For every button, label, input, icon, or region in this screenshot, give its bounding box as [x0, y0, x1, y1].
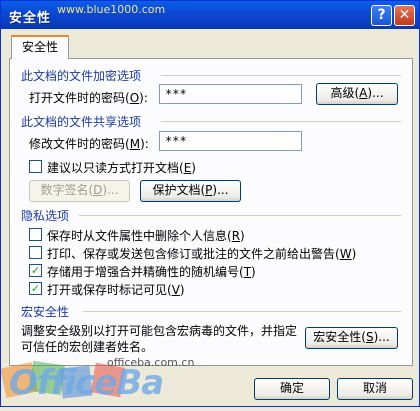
title-bar[interactable]: 安全性 www.blue1000.com ? ✕ — [1, 1, 419, 29]
encryption-group-title: 此文档的文件加密选项 — [21, 69, 142, 83]
modify-password-field[interactable]: *** — [159, 131, 302, 151]
logo-text: OfficeBa — [9, 363, 164, 403]
group-divider — [83, 311, 401, 312]
digital-signature-button[interactable]: 数字签名(D)... — [29, 180, 130, 202]
readonly-checkbox[interactable] — [29, 160, 42, 173]
group-divider — [161, 75, 401, 76]
privacy-option-checkbox[interactable]: ✓ — [29, 264, 42, 277]
advanced-button[interactable]: 高级(A)... — [316, 83, 398, 105]
privacy-option-label: 打开或保存时标记可见(V) — [47, 283, 185, 297]
macro-group-title: 宏安全性 — [21, 305, 70, 319]
open-password-field[interactable]: *** — [159, 84, 302, 104]
help-icon: ? — [377, 7, 386, 23]
macro-security-button[interactable]: 宏安全性(S)... — [305, 327, 398, 349]
watermark-text: www.blue1000.com — [57, 3, 166, 16]
close-icon: ✕ — [398, 7, 411, 23]
security-dialog: 安全性 www.blue1000.com ? ✕ 安全性 此文档的文件加密选项 … — [0, 0, 420, 407]
group-divider — [79, 215, 401, 216]
help-button[interactable]: ? — [371, 5, 392, 26]
modify-password-label: 修改文件时的密码(M): — [29, 137, 149, 151]
privacy-option-label: 存储用于增强合并精确性的随机编号(T) — [47, 265, 256, 279]
privacy-option-checkbox[interactable]: ✓ — [29, 282, 42, 295]
privacy-option-label: 保存时从文件属性中删除个人信息(R) — [47, 229, 245, 243]
macro-description: 调整安全级别以打开可能包含宏病毒的文件，并指定可信任的宏创建者姓名。 — [21, 324, 298, 354]
logo-url: officeba.com.cn — [107, 356, 195, 369]
window-title: 安全性 — [9, 11, 52, 26]
privacy-option-label: 打印、保存或发送包含修订或批注的文件之前给出警告(W) — [47, 247, 357, 261]
ok-button[interactable]: 确定 — [254, 378, 330, 400]
tab-security[interactable]: 安全性 — [11, 35, 69, 59]
cancel-button[interactable]: 取消 — [337, 378, 413, 400]
sharing-group-title: 此文档的文件共享选项 — [21, 115, 142, 129]
privacy-option-checkbox[interactable] — [29, 228, 42, 241]
privacy-group-title: 隐私选项 — [21, 209, 70, 223]
protect-document-button[interactable]: 保护文档(P)... — [140, 180, 241, 202]
readonly-label: 建议以只读方式打开文档(E) — [47, 161, 196, 175]
open-password-label: 打开文件时的密码(O): — [29, 91, 148, 105]
group-divider — [161, 121, 401, 122]
close-button[interactable]: ✕ — [394, 5, 415, 26]
privacy-option-checkbox[interactable] — [29, 246, 42, 259]
